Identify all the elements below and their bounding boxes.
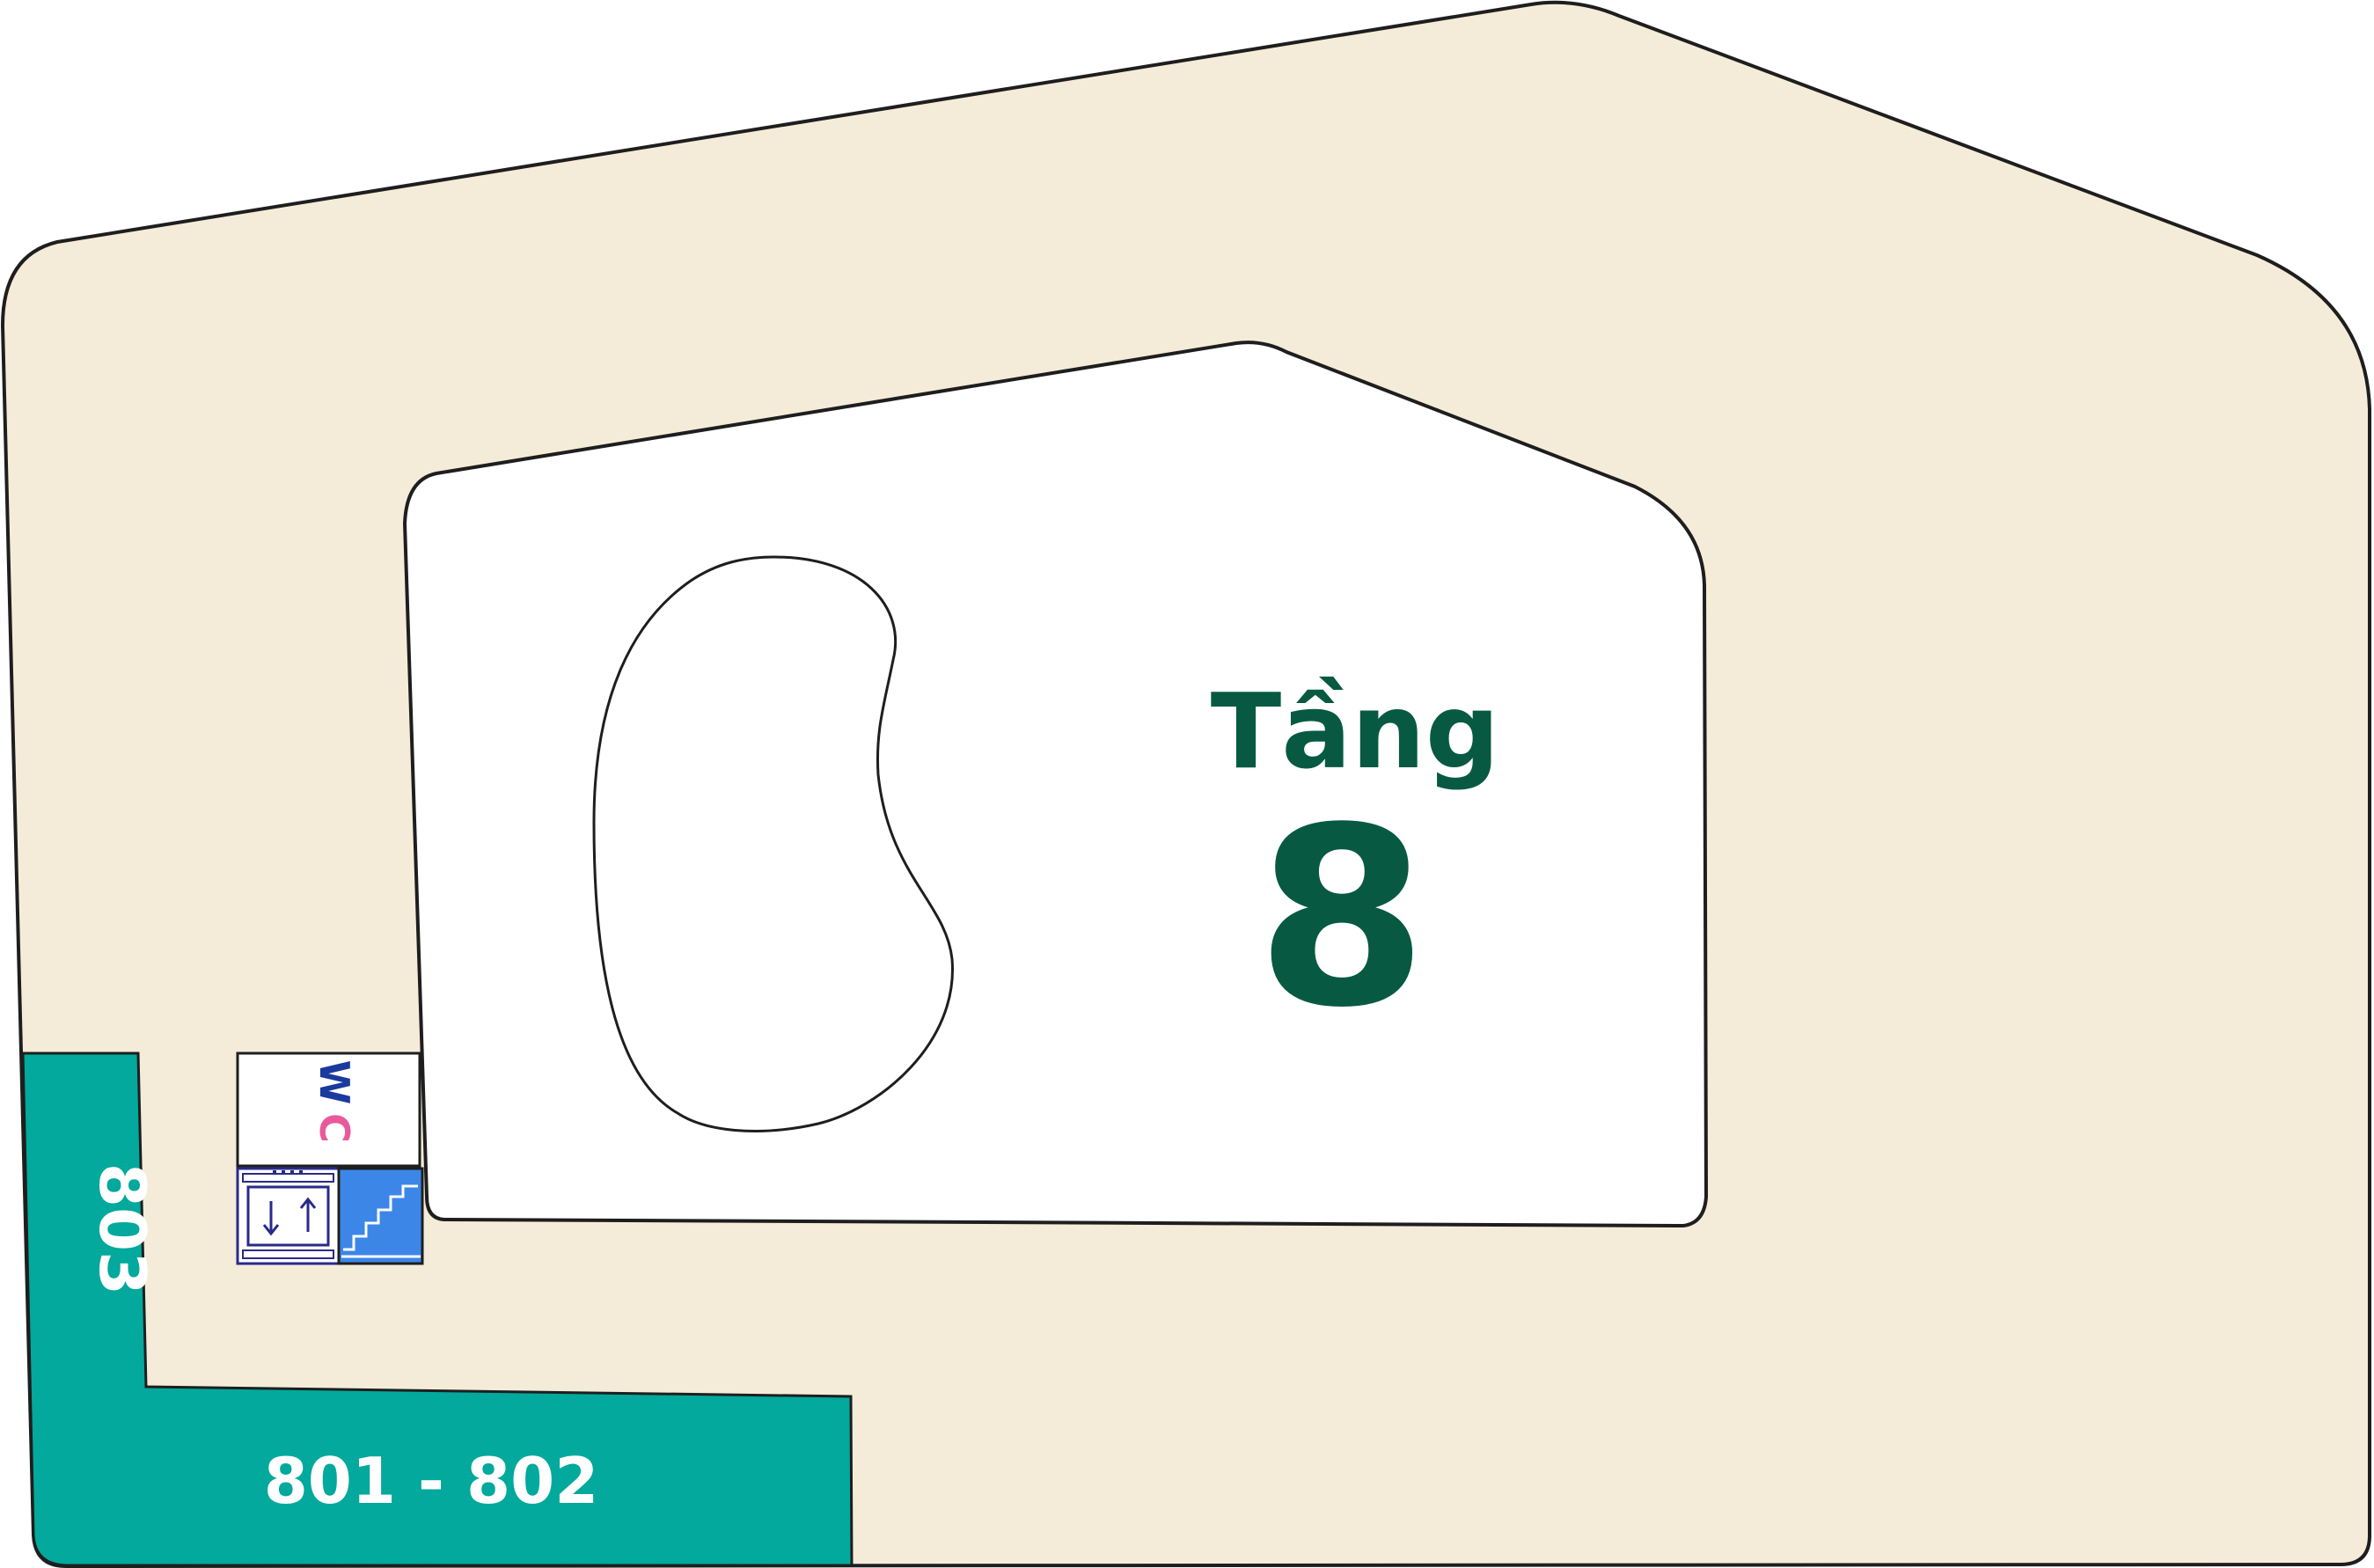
room-label-801-802: 801 - 802 bbox=[264, 1444, 599, 1518]
stairs-icon[interactable] bbox=[337, 1167, 424, 1265]
floor-map: W C Tầng 8 801 - 802 803 bbox=[0, 0, 2371, 1568]
restroom-icon: W C bbox=[311, 1060, 358, 1143]
floor-number: 8 bbox=[1257, 775, 1428, 1062]
wc-letter-c: C bbox=[311, 1113, 358, 1143]
elevator-icon[interactable] bbox=[236, 1167, 341, 1265]
floor-label: Tầng bbox=[1211, 670, 1500, 792]
room-label-803: 803 bbox=[85, 1163, 159, 1295]
wc-letter-w: W bbox=[311, 1060, 358, 1105]
